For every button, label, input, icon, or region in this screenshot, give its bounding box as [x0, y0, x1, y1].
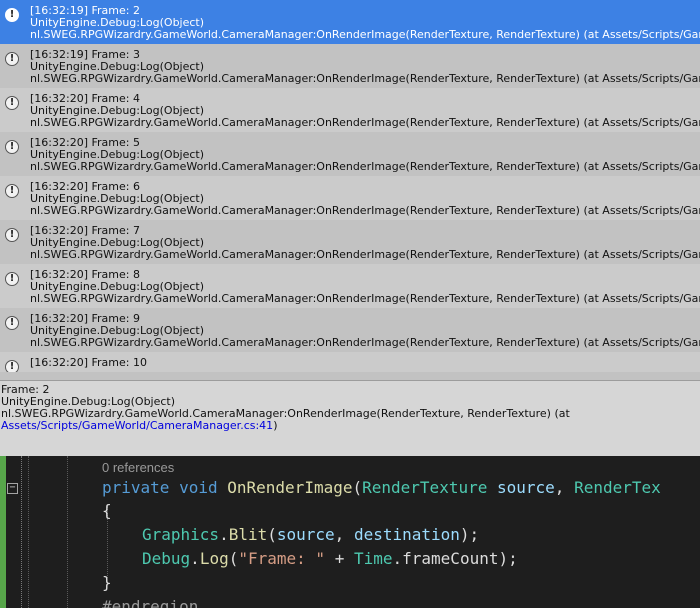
string-literal: "Frame: ": [238, 549, 326, 568]
punctuation: );: [498, 549, 518, 568]
code-line-brace-close: }: [102, 573, 112, 592]
detail-trace-end: ): [273, 419, 278, 432]
punctuation: );: [459, 525, 480, 544]
log-entry-trace: nl.SWEG.RPGWizardry.GameWorld.CameraMana…: [30, 292, 700, 305]
log-entry[interactable]: ! [16:32:20] Frame: 7 UnityEngine.Debug:…: [0, 220, 700, 264]
punctuation: ,: [334, 525, 354, 544]
keyword: private: [102, 478, 170, 497]
log-entry-trace: nl.SWEG.RPGWizardry.GameWorld.CameraMana…: [30, 248, 700, 261]
indent-guide: [67, 456, 68, 608]
method-name: Log: [199, 549, 229, 568]
console-log-list: ! [16:32:19] Frame: 2 UnityEngine.Debug:…: [0, 0, 700, 380]
log-entry[interactable]: ! [16:32:20] Frame: 8 UnityEngine.Debug:…: [0, 264, 700, 308]
operator: +: [325, 549, 354, 568]
punctuation: (: [228, 549, 239, 568]
log-entry[interactable]: ! [16:32:20] Frame: 6 UnityEngine.Debug:…: [0, 176, 700, 220]
log-detail-panel: Frame: 2 UnityEngine.Debug:Log(Object) n…: [0, 380, 700, 456]
parameter-name: destination: [353, 525, 460, 544]
warning-icon: !: [5, 140, 19, 154]
punctuation: .: [190, 549, 200, 568]
class-name: Graphics: [142, 525, 220, 544]
log-entry-trace: nl.SWEG.RPGWizardry.GameWorld.CameraMana…: [30, 72, 700, 85]
outline-line: [21, 456, 22, 608]
warning-icon: !: [5, 360, 19, 372]
method-name: OnRenderImage: [227, 478, 353, 497]
log-entry[interactable]: ! [16:32:20] Frame: 10: [0, 352, 700, 372]
warning-icon: !: [5, 96, 19, 110]
warning-icon: !: [5, 8, 19, 22]
method-name: Blit: [228, 525, 268, 544]
punctuation: (: [352, 478, 363, 497]
code-line-signature: private void OnRenderImage(RenderTexture…: [102, 478, 661, 498]
type-name: RenderTex: [574, 478, 661, 497]
detail-source-line: Assets/Scripts/GameWorld/CameraManager.c…: [1, 420, 700, 432]
log-entry[interactable]: ! [16:32:20] Frame: 4 UnityEngine.Debug:…: [0, 88, 700, 132]
code-line-blit: Graphics.Blit(source, destination);: [142, 525, 479, 545]
class-name: Time: [353, 549, 393, 568]
log-entry[interactable]: ! [16:32:20] Frame: 5 UnityEngine.Debug:…: [0, 132, 700, 176]
code-line-brace-open: {: [102, 501, 112, 520]
punctuation: .: [219, 525, 229, 544]
code-editor[interactable]: − 0 references private void OnRenderImag…: [0, 456, 700, 608]
log-entry-header: [16:32:20] Frame: 10: [30, 356, 147, 369]
parameter-name: source: [276, 525, 335, 544]
log-entry-trace: nl.SWEG.RPGWizardry.GameWorld.CameraMana…: [30, 116, 700, 129]
warning-icon: !: [5, 52, 19, 66]
log-entry-trace: nl.SWEG.RPGWizardry.GameWorld.CameraMana…: [30, 28, 700, 41]
collapse-icon[interactable]: −: [7, 483, 18, 494]
punctuation: ,: [554, 478, 575, 497]
class-name: Debug: [142, 549, 191, 568]
log-entry[interactable]: ! [16:32:19] Frame: 3 UnityEngine.Debug:…: [0, 44, 700, 88]
log-entry-trace: nl.SWEG.RPGWizardry.GameWorld.CameraMana…: [30, 336, 700, 349]
log-entry-trace: nl.SWEG.RPGWizardry.GameWorld.CameraMana…: [30, 204, 700, 217]
log-entry-trace: nl.SWEG.RPGWizardry.GameWorld.CameraMana…: [30, 160, 700, 173]
keyword: void: [179, 478, 218, 497]
code-line-debug-log: Debug.Log("Frame: " + Time.frameCount);: [142, 549, 518, 569]
source-file-link[interactable]: Assets/Scripts/GameWorld/CameraManager.c…: [1, 419, 273, 432]
warning-icon: !: [5, 316, 19, 330]
log-entry[interactable]: ! [16:32:20] Frame: 9 UnityEngine.Debug:…: [0, 308, 700, 352]
indent-guide: [28, 456, 29, 608]
type-name: RenderTexture: [362, 478, 488, 497]
parameter-name: source: [497, 478, 555, 497]
warning-icon: !: [5, 272, 19, 286]
warning-icon: !: [5, 228, 19, 242]
log-entry[interactable]: ! [16:32:19] Frame: 2 UnityEngine.Debug:…: [0, 0, 700, 44]
references-codelens[interactable]: 0 references: [102, 460, 174, 475]
property-name: frameCount: [402, 549, 499, 568]
code-line-endregion: #endregion: [102, 597, 199, 608]
editor-gutter: [6, 456, 26, 608]
punctuation: (: [267, 525, 277, 544]
warning-icon: !: [5, 184, 19, 198]
punctuation: .: [392, 549, 403, 568]
